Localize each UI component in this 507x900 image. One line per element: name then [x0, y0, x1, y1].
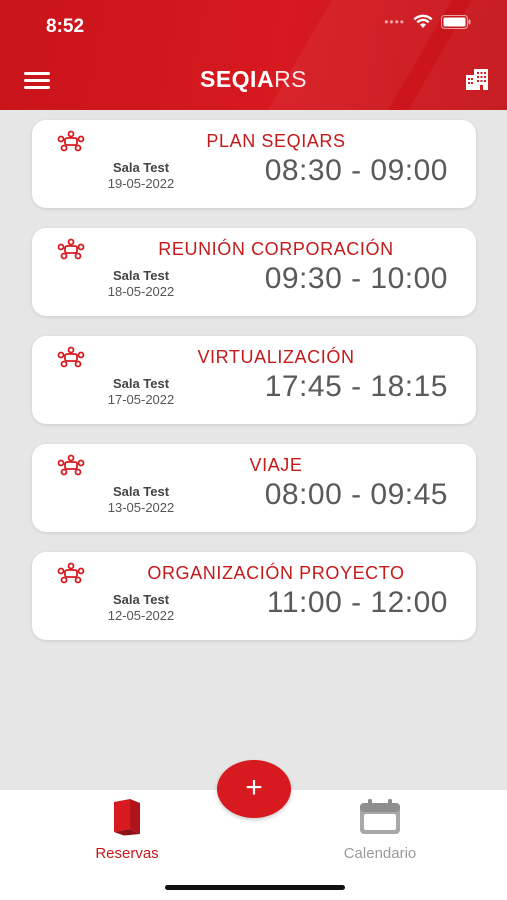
- reservation-card[interactable]: VIAJE Sala Test 13-05-2022 08:00 - 09:45: [32, 444, 476, 532]
- reservation-list: PLAN SEQIARS Sala Test 19-05-2022 08:30 …: [32, 120, 476, 660]
- reservation-date: 17-05-2022: [107, 392, 175, 407]
- status-icons: ••••: [384, 14, 471, 29]
- reservation-room: Sala Test: [112, 484, 170, 499]
- reservation-date: 19-05-2022: [107, 176, 175, 191]
- reservation-date: 13-05-2022: [107, 500, 175, 515]
- app-brand: SEQIARS: [0, 66, 507, 93]
- reservation-title: ORGANIZACIÓN PROYECTO: [147, 563, 405, 583]
- building-icon[interactable]: [465, 68, 489, 90]
- tab-calendario[interactable]: Calendario: [310, 798, 450, 862]
- reservation-time: 11:00 - 12:00: [266, 586, 448, 619]
- reservation-card[interactable]: ORGANIZACIÓN PROYECTO Sala Test 12-05-20…: [32, 552, 476, 640]
- brand-bold: SEQIA: [199, 66, 275, 92]
- reservation-title: REUNIÓN CORPORACIÓN: [158, 239, 394, 259]
- reservation-time: 08:30 - 09:00: [264, 154, 448, 187]
- home-indicator: [165, 885, 345, 890]
- calendar-icon: [360, 799, 400, 834]
- reservation-room: Sala Test: [112, 592, 170, 607]
- reservation-card[interactable]: PLAN SEQIARS Sala Test 19-05-2022 08:30 …: [32, 120, 476, 208]
- reservation-card[interactable]: VIRTUALIZACIÓN Sala Test 17-05-2022 17:4…: [32, 336, 476, 424]
- reservation-title: VIRTUALIZACIÓN: [197, 347, 355, 367]
- reservation-date: 18-05-2022: [107, 284, 175, 299]
- reservation-time: 17:45 - 18:15: [264, 370, 448, 403]
- tab-label: Reservas: [95, 845, 159, 862]
- app-header: 8:52 •••• SEQIARS: [0, 0, 507, 110]
- reservation-time: 09:30 - 10:00: [264, 262, 448, 295]
- reservation-card[interactable]: REUNIÓN CORPORACIÓN Sala Test 18-05-2022…: [32, 228, 476, 316]
- wifi-icon: [413, 14, 433, 28]
- reservation-room: Sala Test: [112, 160, 170, 175]
- brand-light: RS: [274, 66, 308, 92]
- reservation-time: 08:00 - 09:45: [264, 478, 448, 511]
- book-icon: [114, 799, 140, 836]
- add-reservation-button[interactable]: +: [217, 760, 291, 818]
- reservation-room: Sala Test: [112, 376, 170, 391]
- tab-label: Calendario: [343, 845, 417, 862]
- reservation-date: 12-05-2022: [107, 608, 175, 623]
- reservation-title: VIAJE: [249, 455, 303, 475]
- status-time: 8:52: [46, 16, 85, 37]
- tab-reservas[interactable]: Reservas: [57, 798, 197, 862]
- reservation-title: PLAN SEQIARS: [206, 131, 346, 151]
- reservation-room: Sala Test: [112, 268, 170, 283]
- battery-icon: [441, 14, 471, 29]
- signal-icon: ••••: [384, 14, 405, 29]
